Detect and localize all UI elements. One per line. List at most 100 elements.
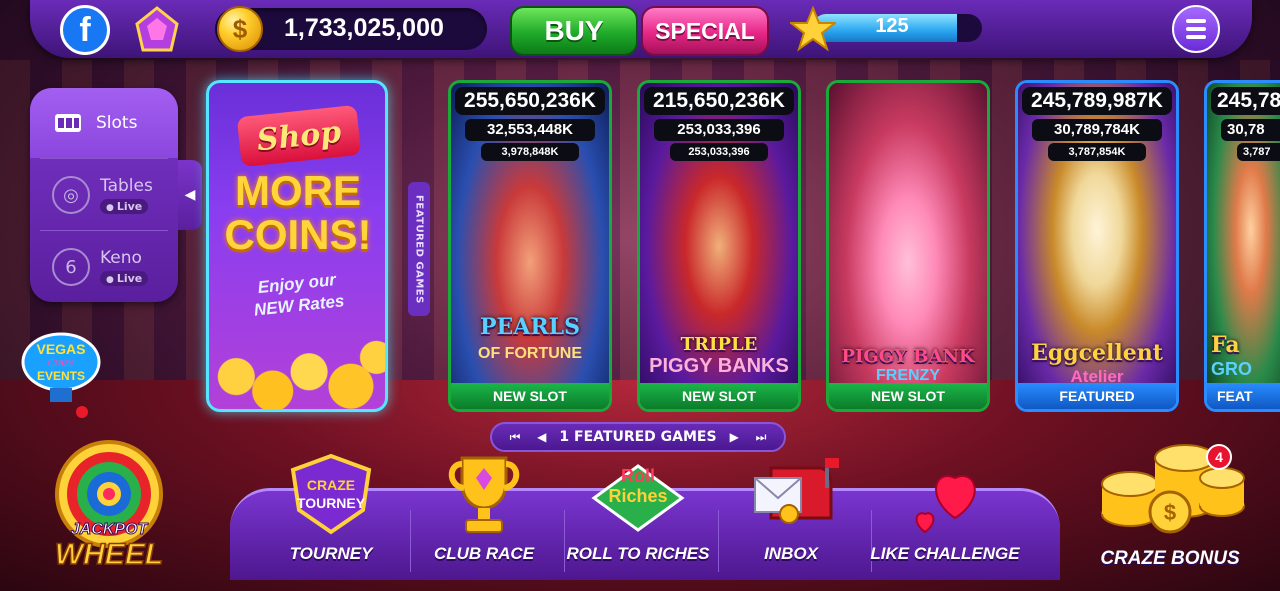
game-tile-piggy-bank-frenzy[interactable]: PIGGY BANK FRENZY NEW SLOT — [826, 80, 990, 412]
coin-symbol: $ — [1164, 500, 1176, 525]
game-title: TRIPLE — [680, 334, 758, 355]
roll-to-riches-label: ROLL TO RICHES — [566, 544, 710, 563]
club-race-button[interactable]: CLUB RACE — [409, 448, 559, 576]
jackpot-minor: 30,789,784K — [1032, 119, 1162, 141]
featured-badge: FEAT — [1207, 383, 1280, 409]
special-button[interactable]: SPECIAL — [641, 6, 769, 56]
jackpot-minor: 32,553,448K — [465, 119, 595, 141]
like-challenge-label: LIKE CHALLENGE — [870, 544, 1020, 563]
coin-icon: $ — [217, 6, 263, 52]
notification-badge: 4 — [1206, 444, 1232, 470]
vegas-events-line-1: VEGAS — [36, 341, 85, 357]
new-slot-badge: NEW SLOT — [451, 383, 609, 409]
tourney-icon-line-2: TOURNEY — [297, 495, 366, 511]
featured-games-tab[interactable]: FEATURED GAMES — [408, 182, 430, 316]
jackpot-major: 255,650,236K — [455, 87, 605, 115]
first-page-icon[interactable]: ⏮ — [506, 430, 524, 445]
keno-ball-icon: 6 — [52, 248, 90, 286]
heart-icon — [895, 448, 995, 540]
mailbox-icon — [741, 448, 841, 540]
game-tile-eggcellent-atelier[interactable]: 245,789,987K 30,789,784K 3,787,854K Eggc… — [1015, 80, 1179, 412]
live-badge: Live — [100, 199, 148, 214]
category-label: Keno — [100, 248, 142, 268]
last-page-icon[interactable]: ⏭ — [752, 430, 770, 445]
jackpot-minor: 253,033,396 — [654, 119, 784, 141]
inbox-button[interactable]: INBOX — [716, 448, 866, 576]
vegas-events-line-3: EVENTS — [37, 369, 85, 383]
jackpot-mini: 3,787 — [1237, 143, 1280, 161]
shop-promo-card[interactable]: Shop MORE COINS! Enjoy our NEW Rates — [206, 80, 388, 412]
slot-machine-icon — [52, 106, 86, 140]
new-slot-badge: NEW SLOT — [640, 383, 798, 409]
shop-title: Shop — [236, 104, 362, 168]
tourney-button[interactable]: CRAZE TOURNEY TOURNEY — [256, 448, 406, 576]
prev-page-icon[interactable]: ◀ — [533, 430, 551, 444]
game-title: Eggcellent — [1031, 340, 1163, 366]
category-keno[interactable]: 6 Keno Live — [30, 232, 178, 302]
club-race-label: CLUB RACE — [433, 544, 535, 563]
category-label: Tables — [100, 176, 153, 196]
roll-to-riches-button[interactable]: Roll Riches ROLL TO RICHES — [563, 448, 713, 576]
game-title: PEARLS — [479, 314, 581, 340]
jackpot-wheel-button[interactable]: JACKPOT WHEEL — [36, 436, 182, 576]
hamburger-icon — [1186, 19, 1206, 23]
game-title: Fa — [1211, 332, 1240, 358]
game-tile-triple-piggy-banks[interactable]: 215,650,236K 253,033,396 253,033,396 TRI… — [637, 80, 801, 412]
gem-icon — [135, 6, 179, 52]
category-tables[interactable]: ◎ Tables Live — [30, 160, 178, 230]
game-subtitle: OF FORTUNE — [478, 345, 582, 362]
jackpot-mini: 3,787,854K — [1048, 143, 1146, 161]
divider — [40, 158, 168, 159]
roll-riches-icon-line-2: Riches — [608, 486, 667, 506]
hamburger-icon-line — [1186, 27, 1206, 31]
menu-button[interactable] — [1172, 5, 1220, 53]
vegas-craze-events-button[interactable]: VEGAS Craze EVENTS — [20, 332, 102, 418]
jackpot-major: 245,789,987K — [1022, 87, 1172, 115]
shop-headline: MORE COINS! — [215, 169, 381, 257]
roll-riches-board-icon: Roll Riches — [588, 448, 688, 540]
buy-button[interactable]: BUY — [510, 6, 638, 56]
inbox-label: INBOX — [764, 544, 818, 563]
vip-gem-button[interactable] — [133, 6, 181, 54]
vegas-events-line-2: Craze — [48, 358, 75, 369]
tourney-label: TOURNEY — [289, 544, 373, 563]
game-tile-partial[interactable]: 245,78 30,78 3,787 Fa GRO FEAT — [1204, 80, 1280, 412]
category-panel: Slots ◎ Tables Live 6 Keno Live — [30, 88, 178, 302]
category-label: Slots — [96, 113, 138, 133]
vegas-events-icon: VEGAS Craze EVENTS — [21, 332, 101, 418]
trophy-icon — [434, 448, 534, 540]
poker-chip-icon: ◎ — [52, 176, 90, 214]
shop-headline-line-2: COINS! — [224, 211, 372, 258]
next-page-icon[interactable]: ▶ — [725, 430, 743, 444]
category-slots[interactable]: Slots — [30, 88, 178, 158]
jackpot-wheel-line-1: JACKPOT — [71, 521, 149, 538]
game-subtitle: PIGGY BANKS — [649, 355, 789, 377]
collapse-panel-button[interactable]: ◀ — [178, 160, 202, 230]
facebook-button[interactable]: f — [60, 5, 110, 55]
game-tile-pearls-of-fortune[interactable]: 255,650,236K 32,553,448K 3,978,848K PEAR… — [448, 80, 612, 412]
like-challenge-button[interactable]: LIKE CHALLENGE — [870, 448, 1020, 576]
level-progress-value: 125 — [875, 15, 909, 37]
divider — [40, 230, 168, 231]
star-icon — [790, 6, 836, 52]
hamburger-icon-line — [1186, 35, 1206, 39]
new-slot-badge: NEW SLOT — [829, 383, 987, 409]
jackpot-mini: 253,033,396 — [670, 143, 768, 161]
game-title: PIGGY BANK — [841, 346, 975, 367]
coin-balance: 1,733,025,000 — [284, 14, 444, 42]
featured-games-label: FEATURED GAMES — [413, 194, 425, 304]
jackpot-wheel-line-2: WHEEL — [55, 538, 163, 571]
shop-subtitle: Enjoy our NEW Rates — [217, 265, 379, 325]
jackpot-mini: 3,978,848K — [481, 143, 579, 161]
jackpot-major: 215,650,236K — [644, 87, 794, 115]
facebook-icon: f — [79, 10, 91, 49]
live-badge: Live — [100, 271, 148, 286]
jackpot-minor: 30,78 — [1221, 119, 1280, 141]
game-subtitle: GRO — [1211, 359, 1253, 379]
shop-headline-line-1: MORE — [235, 167, 361, 214]
roll-riches-icon-line-1: Roll — [621, 466, 655, 486]
tourney-icon-line-1: CRAZE — [307, 477, 355, 493]
jackpot-wheel-icon: JACKPOT WHEEL — [54, 440, 164, 572]
jackpot-major: 245,78 — [1211, 87, 1280, 115]
tourney-shield-icon: CRAZE TOURNEY — [281, 448, 381, 540]
